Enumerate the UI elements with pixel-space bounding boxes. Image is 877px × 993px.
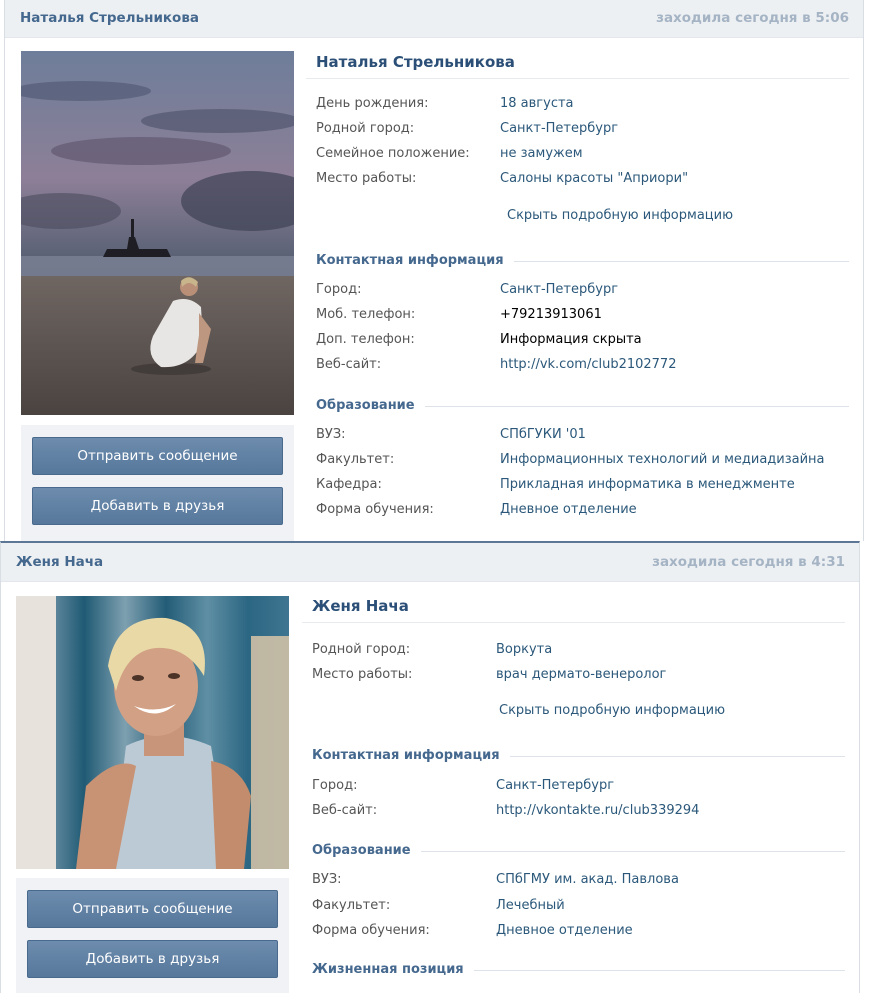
profile-card-zhenya: Женя Нача заходила сегодня в 4:31 Отправ… xyxy=(0,541,860,993)
edu-row-study-form: Форма обучения: Дневное отделение xyxy=(316,500,849,520)
row-value[interactable]: Прикладная информатика в менеджменте xyxy=(500,475,795,495)
info-row-work: Место работы: врач дермато-венеролог xyxy=(312,665,845,685)
website-link[interactable]: http://vkontakte.ru/club339294 xyxy=(496,801,699,821)
contact-row-website: Веб-сайт: http://vkontakte.ru/club339294 xyxy=(312,801,845,821)
row-value[interactable]: Дневное отделение xyxy=(496,921,633,941)
profile-header: Наталья Стрельникова заходила сегодня в … xyxy=(5,0,863,38)
section-title: Контактная информация xyxy=(312,746,510,766)
edu-row-faculty: Факультет: Информационных технологий и м… xyxy=(316,450,849,470)
section-contacts: Контактная информация xyxy=(316,251,849,271)
online-status: заходила сегодня в 4:31 xyxy=(652,554,845,570)
row-label: Место работы: xyxy=(312,667,413,682)
row-value[interactable]: Воркута xyxy=(496,640,552,660)
header-name[interactable]: Наталья Стрельникова xyxy=(20,10,199,26)
row-value[interactable]: 18 августа xyxy=(500,94,574,114)
row-label: Факультет: xyxy=(312,898,391,913)
row-label: Форма обучения: xyxy=(312,923,430,938)
hide-details-link[interactable]: Скрыть подробную информацию xyxy=(499,703,725,718)
row-value[interactable]: Салоны красоты "Априори" xyxy=(500,169,688,189)
section-title: Контактная информация xyxy=(316,251,514,271)
row-value: Информация скрыта xyxy=(500,332,642,347)
row-value[interactable]: СПбГУКИ '01 xyxy=(500,425,586,445)
profile-name: Женя Нача xyxy=(312,597,409,615)
row-label: Факультет: xyxy=(316,452,395,467)
info-row-hometown: Родной город: Санкт-Петербург xyxy=(316,119,849,139)
row-value[interactable]: Санкт-Петербург xyxy=(500,119,618,139)
info-row-work: Место работы: Салоны красоты "Априори" xyxy=(316,169,849,189)
row-label: ВУЗ: xyxy=(316,427,346,442)
edu-row-faculty: Факультет: Лечебный xyxy=(312,896,845,916)
profile-photo[interactable] xyxy=(21,51,294,415)
header-name[interactable]: Женя Нача xyxy=(16,554,103,570)
info-row-birthday: День рождения: 18 августа xyxy=(316,94,849,114)
row-label: ВУЗ: xyxy=(312,872,342,887)
profile-actions: Отправить сообщение Добавить в друзья xyxy=(21,425,294,541)
profile-actions: Отправить сообщение Добавить в друзья xyxy=(16,878,289,993)
section-life-position: Жизненная позиция xyxy=(312,960,845,980)
hide-details-link[interactable]: Скрыть подробную информацию xyxy=(507,208,733,223)
contact-row-city: Город: Санкт-Петербург xyxy=(316,280,849,300)
send-message-button[interactable]: Отправить сообщение xyxy=(27,890,278,928)
row-value[interactable]: СПбГМУ им. акад. Павлова xyxy=(496,870,679,890)
send-message-button[interactable]: Отправить сообщение xyxy=(32,437,283,475)
row-value[interactable]: Санкт-Петербург xyxy=(496,776,614,796)
edu-row-chair: Кафедра: Прикладная информатика в менедж… xyxy=(316,475,849,495)
profile-header: Женя Нача заходила сегодня в 4:31 xyxy=(1,543,859,582)
edu-row-study-form: Форма обучения: Дневное отделение xyxy=(312,921,845,941)
website-link[interactable]: http://vk.com/club2102772 xyxy=(500,355,676,375)
contact-row-extra-phone: Доп. телефон: Информация скрыта xyxy=(316,330,849,350)
section-education: Образование xyxy=(316,396,849,416)
row-label: Родной город: xyxy=(316,121,415,136)
section-title: Образование xyxy=(316,396,425,416)
profile-photo[interactable] xyxy=(16,596,289,869)
row-label: Кафедра: xyxy=(316,477,382,492)
section-education: Образование xyxy=(312,841,845,861)
row-value: +79213913061 xyxy=(500,307,602,322)
profile-name: Наталья Стрельникова xyxy=(316,53,515,71)
row-value[interactable]: Санкт-Петербург xyxy=(500,280,618,300)
section-title: Образование xyxy=(312,841,421,861)
row-label: Город: xyxy=(316,282,362,297)
info-row-marital: Семейное положение: не замужем xyxy=(316,144,849,164)
row-value[interactable]: не замужем xyxy=(500,144,583,164)
add-friend-button[interactable]: Добавить в друзья xyxy=(32,487,283,525)
section-title: Жизненная позиция xyxy=(312,960,474,980)
divider xyxy=(302,622,845,623)
row-label: Доп. телефон: xyxy=(316,332,415,347)
row-label: Место работы: xyxy=(316,171,417,186)
row-value[interactable]: Лечебный xyxy=(496,896,565,916)
online-status: заходила сегодня в 5:06 xyxy=(656,10,849,26)
contact-row-website: Веб-сайт: http://vk.com/club2102772 xyxy=(316,355,849,375)
row-label: Родной город: xyxy=(312,642,411,657)
add-friend-button[interactable]: Добавить в друзья xyxy=(27,940,278,978)
divider xyxy=(306,78,849,79)
row-label: День рождения: xyxy=(316,96,429,111)
row-value[interactable]: Информационных технологий и медиадизайна xyxy=(500,450,825,470)
row-label: Город: xyxy=(312,778,358,793)
profile-card-natalya: Наталья Стрельникова заходила сегодня в … xyxy=(4,0,864,541)
row-value[interactable]: Дневное отделение xyxy=(500,500,637,520)
row-label: Веб-сайт: xyxy=(312,803,378,818)
section-contacts: Контактная информация xyxy=(312,746,845,766)
row-label: Веб-сайт: xyxy=(316,357,382,372)
row-value[interactable]: врач дермато-венеролог xyxy=(496,665,666,685)
row-label: Семейное положение: xyxy=(316,146,470,161)
row-label: Форма обучения: xyxy=(316,502,434,517)
edu-row-university: ВУЗ: СПбГУКИ '01 xyxy=(316,425,849,445)
row-label: Моб. телефон: xyxy=(316,307,416,322)
info-row-hometown: Родной город: Воркута xyxy=(312,640,845,660)
contact-row-city: Город: Санкт-Петербург xyxy=(312,776,845,796)
edu-row-university: ВУЗ: СПбГМУ им. акад. Павлова xyxy=(312,870,845,890)
contact-row-mobile: Моб. телефон: +79213913061 xyxy=(316,305,849,325)
